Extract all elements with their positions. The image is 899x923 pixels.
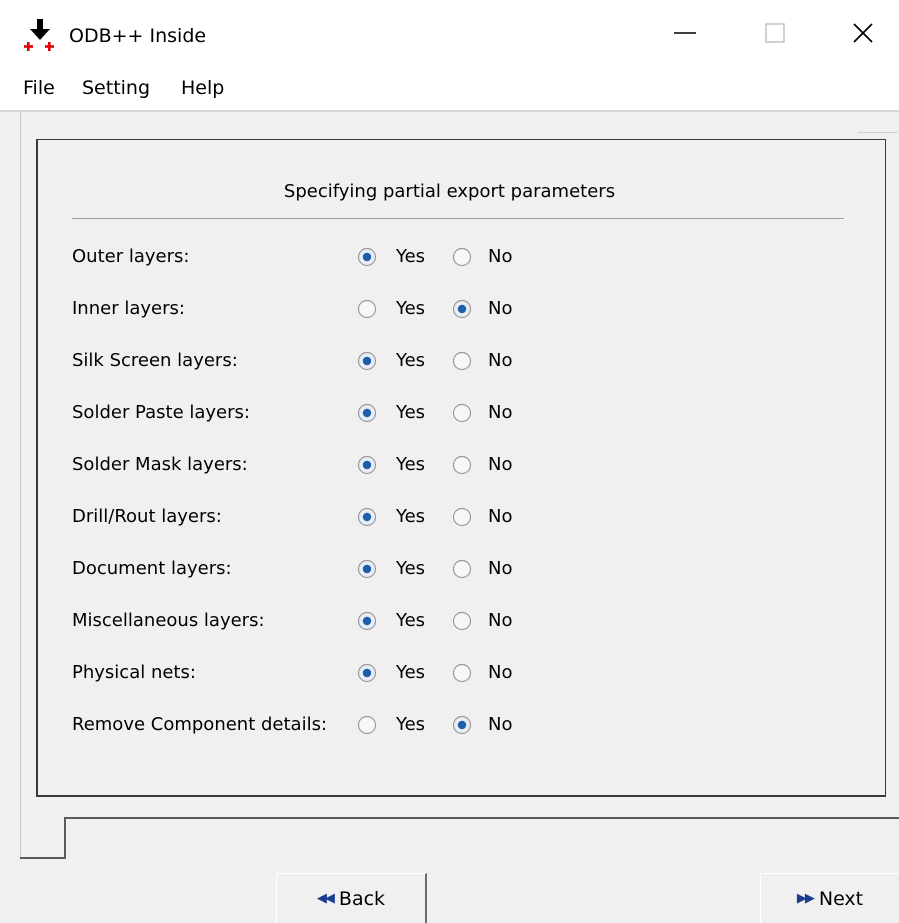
- no-radio[interactable]: [452, 611, 472, 631]
- parameter-label: Physical nets:: [72, 662, 196, 683]
- parameter-label: Remove Component details:: [72, 714, 328, 735]
- no-radio[interactable]: [452, 351, 472, 371]
- minimize-icon: [674, 32, 696, 34]
- menu-file[interactable]: File: [23, 76, 55, 100]
- yes-radio[interactable]: [357, 455, 377, 475]
- yes-label[interactable]: Yes: [396, 297, 425, 321]
- no-radio[interactable]: [452, 299, 472, 319]
- title-bar: ODB++ Inside: [0, 0, 899, 66]
- parameter-row: Silk Screen layers: Yes No: [0, 346, 899, 376]
- double-right-arrow-icon: ▶▶: [796, 890, 815, 906]
- parameter-label: Inner layers:: [72, 298, 185, 319]
- parameter-label: Silk Screen layers:: [72, 350, 238, 371]
- no-radio[interactable]: [452, 715, 472, 735]
- window-title: ODB++ Inside: [69, 25, 207, 47]
- yes-label[interactable]: Yes: [396, 401, 425, 425]
- no-radio[interactable]: [452, 559, 472, 579]
- maximize-icon: [765, 23, 785, 43]
- minimize-button[interactable]: [640, 0, 730, 66]
- parameter-label: Document layers:: [72, 558, 232, 579]
- double-left-arrow-icon: ◀◀: [316, 890, 335, 906]
- no-label[interactable]: No: [488, 557, 512, 581]
- frame-line: [64, 817, 66, 859]
- yes-radio[interactable]: [357, 559, 377, 579]
- next-button[interactable]: ▶▶ Next: [760, 873, 899, 923]
- no-radio[interactable]: [452, 455, 472, 475]
- yes-radio[interactable]: [357, 611, 377, 631]
- no-label[interactable]: No: [488, 661, 512, 685]
- main-content: Specifying partial export parameters Out…: [0, 112, 899, 923]
- yes-label[interactable]: Yes: [396, 557, 425, 581]
- parameter-row: Solder Mask layers: Yes No: [0, 450, 899, 480]
- no-radio[interactable]: [452, 403, 472, 423]
- yes-label[interactable]: Yes: [396, 661, 425, 685]
- close-icon: [853, 23, 873, 43]
- no-radio[interactable]: [452, 507, 472, 527]
- menu-bar: File Setting Help: [0, 66, 899, 112]
- yes-radio[interactable]: [357, 715, 377, 735]
- download-arrow-plus-icon: [24, 19, 54, 51]
- no-label[interactable]: No: [488, 349, 512, 373]
- back-button[interactable]: ◀◀ Back: [276, 873, 427, 923]
- no-label[interactable]: No: [488, 401, 512, 425]
- parameter-row: Solder Paste layers: Yes No: [0, 398, 899, 428]
- parameter-row: Remove Component details: Yes No: [0, 710, 899, 740]
- yes-label[interactable]: Yes: [396, 453, 425, 477]
- yes-label[interactable]: Yes: [396, 713, 425, 737]
- no-label[interactable]: No: [488, 453, 512, 477]
- panel-separator: [72, 218, 844, 219]
- yes-label[interactable]: Yes: [396, 245, 425, 269]
- top-right-edge-line: [858, 132, 898, 133]
- yes-radio[interactable]: [357, 247, 377, 267]
- no-label[interactable]: No: [488, 505, 512, 529]
- parameter-label: Outer layers:: [72, 246, 190, 267]
- parameter-row: Inner layers: Yes No: [0, 294, 899, 324]
- frame-line: [64, 817, 899, 819]
- yes-radio[interactable]: [357, 403, 377, 423]
- back-button-label: Back: [338, 887, 386, 910]
- next-button-label: Next: [818, 887, 864, 910]
- left-edge-line: [20, 112, 21, 857]
- parameter-row: Document layers: Yes No: [0, 554, 899, 584]
- parameter-row: Outer layers: Yes No: [0, 242, 899, 272]
- parameter-label: Miscellaneous layers:: [72, 610, 265, 631]
- yes-radio[interactable]: [357, 507, 377, 527]
- maximize-button[interactable]: [730, 0, 820, 66]
- parameter-label: Solder Paste layers:: [72, 402, 250, 423]
- yes-radio[interactable]: [357, 299, 377, 319]
- yes-radio[interactable]: [357, 663, 377, 683]
- no-label[interactable]: No: [488, 245, 512, 269]
- menu-help[interactable]: Help: [181, 76, 224, 100]
- no-radio[interactable]: [452, 247, 472, 267]
- parameter-label: Drill/Rout layers:: [72, 506, 222, 527]
- frame-line: [20, 857, 66, 859]
- yes-label[interactable]: Yes: [396, 609, 425, 633]
- yes-radio[interactable]: [357, 351, 377, 371]
- panel-title: Specifying partial export parameters: [283, 181, 616, 202]
- no-label[interactable]: No: [488, 297, 512, 321]
- parameter-row: Physical nets: Yes No: [0, 658, 899, 688]
- yes-label[interactable]: Yes: [396, 349, 425, 373]
- no-radio[interactable]: [452, 663, 472, 683]
- parameter-label: Solder Mask layers:: [72, 454, 248, 475]
- close-button[interactable]: [818, 0, 899, 66]
- no-label[interactable]: No: [488, 609, 512, 633]
- no-label[interactable]: No: [488, 713, 512, 737]
- yes-label[interactable]: Yes: [396, 505, 425, 529]
- menu-setting[interactable]: Setting: [82, 76, 150, 100]
- parameter-row: Miscellaneous layers: Yes No: [0, 606, 899, 636]
- parameter-row: Drill/Rout layers: Yes No: [0, 502, 899, 532]
